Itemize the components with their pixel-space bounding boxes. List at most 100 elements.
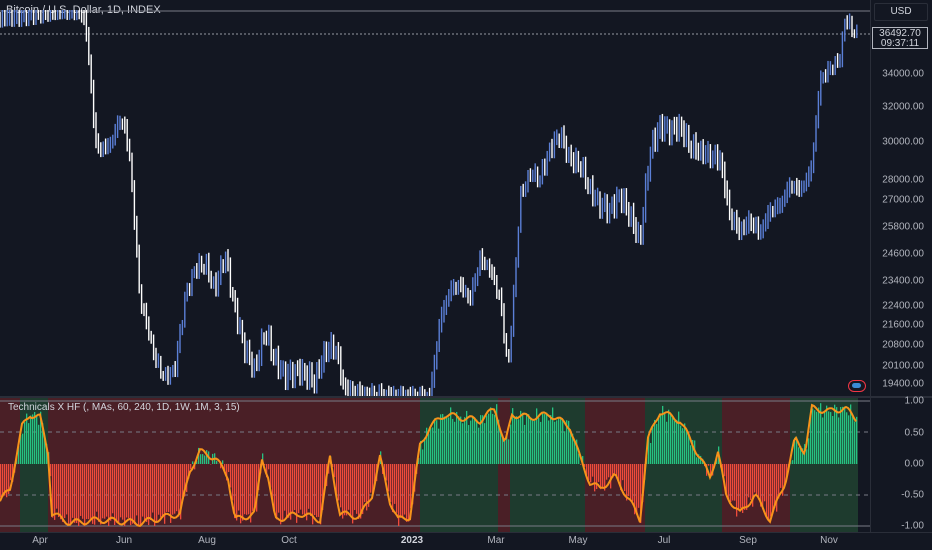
histogram-bar	[658, 417, 660, 464]
histogram-bar	[244, 464, 246, 515]
price-chart[interactable]	[0, 0, 870, 396]
histogram-bar	[72, 464, 74, 518]
histogram-bar	[826, 405, 828, 464]
histogram-bar	[546, 412, 548, 464]
histogram-bar	[474, 417, 476, 464]
histogram-bar	[98, 464, 100, 522]
histogram-bar	[38, 424, 40, 464]
histogram-bar	[468, 425, 470, 464]
histogram-bar	[696, 457, 698, 464]
histogram-bar	[684, 423, 686, 464]
histogram-bar	[548, 420, 550, 464]
time-axis[interactable]: Apr Jun Aug Oct 2023 Mar May Jul Sep Nov	[0, 532, 932, 550]
histogram-bar	[178, 464, 180, 517]
histogram-bar	[60, 464, 62, 520]
price-axis-label: 19400.00	[882, 378, 924, 390]
histogram-bar	[764, 464, 766, 502]
histogram-bar	[216, 460, 218, 464]
histogram-bar	[672, 417, 674, 464]
histogram-bar	[538, 417, 540, 464]
histogram-bar	[678, 411, 680, 464]
histogram-bar	[32, 414, 34, 464]
histogram-bar	[520, 410, 522, 464]
price-axis-label: 22400.00	[882, 300, 924, 312]
histogram-bar	[26, 413, 28, 464]
price-axis-label: 21600.00	[882, 319, 924, 331]
histogram-bar	[306, 464, 308, 521]
histogram-bar	[610, 464, 612, 489]
histogram-bar	[772, 464, 774, 514]
histogram-bar	[762, 464, 764, 510]
histogram-bar	[444, 416, 446, 464]
last-price-badge: 36492.70 09:37:11	[872, 27, 928, 49]
histogram-bar	[300, 464, 302, 510]
histogram-bar	[674, 420, 676, 464]
time-axis-label: Apr	[32, 535, 48, 546]
price-axis-label: 28000.00	[882, 174, 924, 186]
histogram-bar	[236, 464, 238, 521]
histogram-bar	[560, 417, 562, 464]
histogram-bar	[460, 416, 462, 464]
histogram-bar	[334, 464, 336, 478]
histogram-bar	[770, 464, 772, 517]
histogram-bar	[530, 417, 532, 464]
chart-toggle-icon[interactable]	[848, 380, 866, 392]
histogram-bar	[456, 411, 458, 464]
histogram-bar	[664, 413, 666, 464]
histogram-bar	[854, 421, 856, 464]
histogram-bar	[114, 464, 116, 526]
histogram-bar	[290, 464, 292, 520]
histogram-bar	[284, 464, 286, 511]
histogram-bar	[738, 464, 740, 511]
histogram-bar	[22, 433, 24, 464]
histogram-bar	[544, 414, 546, 464]
price-axis-label: 23400.00	[882, 275, 924, 287]
histogram-bar	[120, 464, 122, 518]
histogram-bar	[278, 464, 280, 513]
time-axis-label: Nov	[820, 535, 838, 546]
histogram-bar	[92, 464, 94, 524]
histogram-bar	[116, 464, 118, 523]
histogram-bar	[410, 464, 412, 509]
histogram-bar	[540, 421, 542, 464]
histogram-bar	[402, 464, 404, 518]
indicator-title: Technicals X HF (, MAs, 60, 240, 1D, 1W,…	[8, 402, 240, 413]
histogram-bar	[64, 464, 66, 519]
histogram-bar	[102, 464, 104, 519]
histogram-bar	[670, 414, 672, 464]
histogram-bar	[2, 464, 4, 497]
histogram-bar	[168, 464, 170, 513]
histogram-bar	[730, 464, 732, 502]
histogram-bar	[172, 464, 174, 515]
oscillator-region	[498, 398, 510, 532]
histogram-bar	[246, 464, 248, 515]
currency-button[interactable]: USD	[874, 3, 928, 21]
histogram-bar	[252, 464, 254, 511]
histogram-bar	[504, 440, 506, 464]
histogram-bar	[276, 464, 278, 520]
histogram-bar	[836, 407, 838, 464]
histogram-bar	[432, 427, 434, 464]
histogram-bar	[832, 416, 834, 464]
histogram-bar	[142, 464, 144, 517]
histogram-bar	[824, 411, 826, 464]
histogram-bar	[846, 412, 848, 464]
histogram-bar	[606, 464, 608, 480]
histogram-bar	[394, 464, 396, 504]
histogram-bar	[740, 464, 742, 509]
histogram-bar	[240, 464, 242, 524]
histogram-bar	[564, 431, 566, 464]
histogram-bar	[766, 464, 768, 517]
histogram-bar	[134, 464, 136, 525]
histogram-bar	[126, 464, 128, 518]
histogram-bar	[422, 449, 424, 464]
histogram-bar	[828, 411, 830, 464]
histogram-bar	[288, 464, 290, 518]
price-axis[interactable]: 34000.00 32000.00 30000.00 28000.00 27000.00…	[870, 0, 932, 532]
histogram-bar	[516, 416, 518, 464]
oscillator-panel[interactable]	[0, 398, 870, 532]
histogram-bar	[58, 464, 60, 518]
histogram-bar	[302, 464, 304, 515]
histogram-bar	[182, 464, 184, 497]
histogram-bar	[682, 428, 684, 464]
